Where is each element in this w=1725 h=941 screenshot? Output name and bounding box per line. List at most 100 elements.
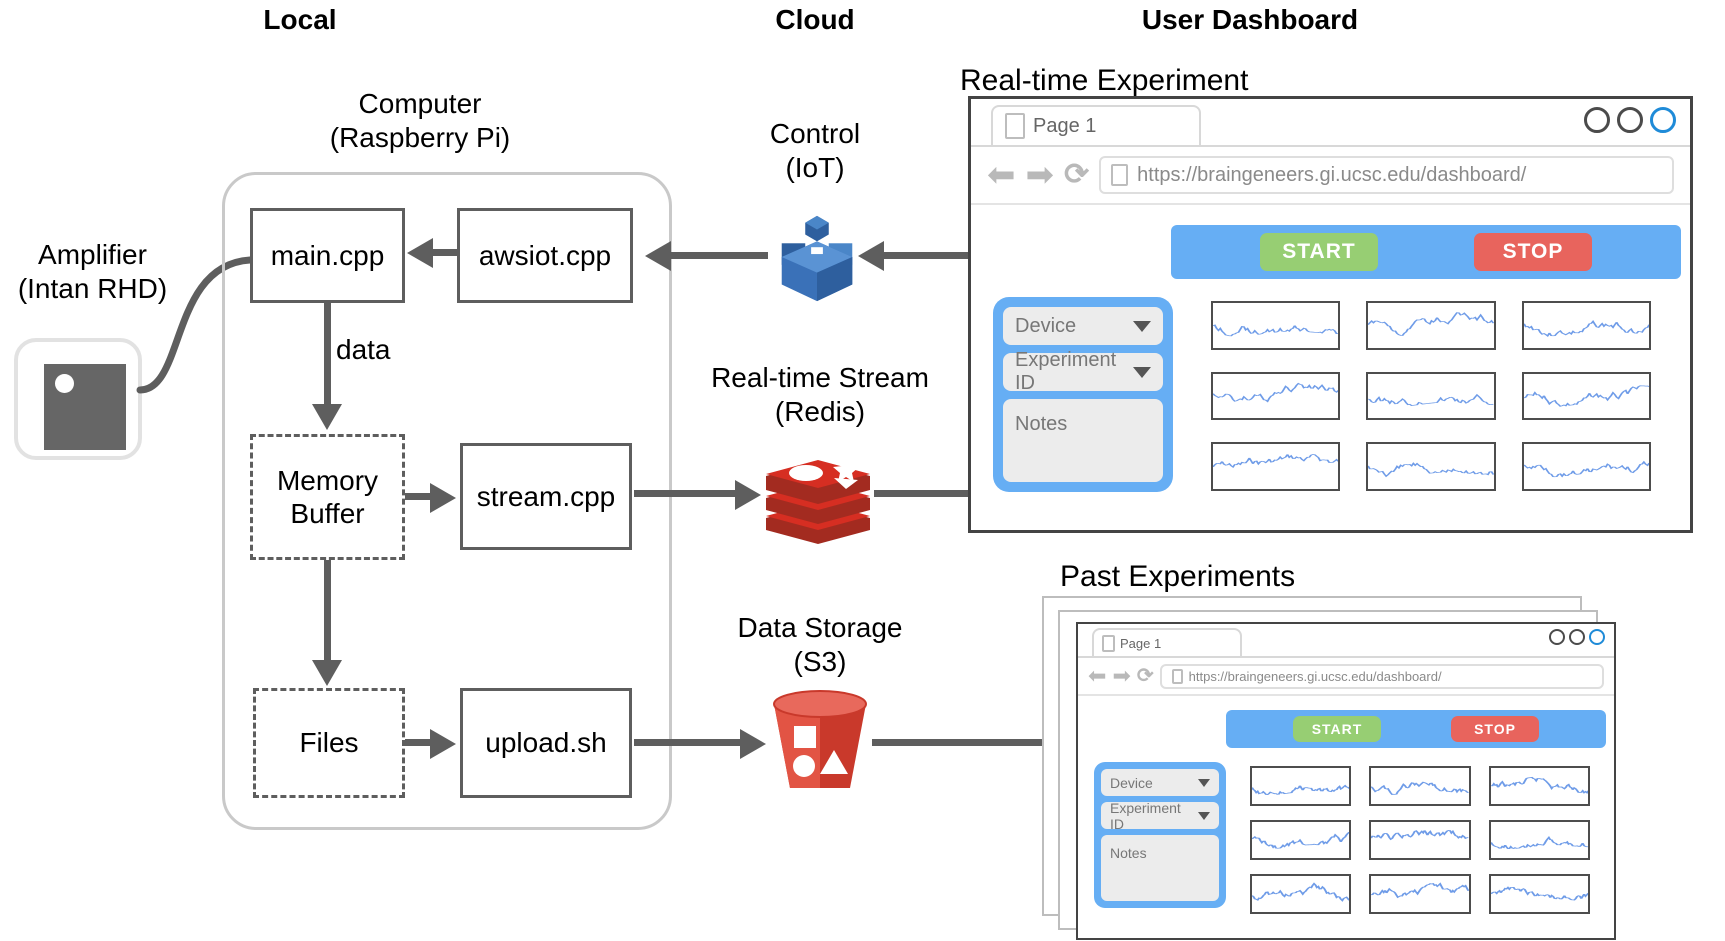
data-storage-title: Data Storage [737, 612, 903, 643]
notes-textarea[interactable]: Notes [1003, 399, 1163, 482]
dashboard-body: START STOP Device Experiment ID Notes [1078, 696, 1614, 938]
column-header-dashboard: User Dashboard [1141, 4, 1359, 35]
plot-thumbnail [1369, 874, 1471, 914]
plot-thumbnail [1488, 874, 1590, 914]
browser-tab-page-1[interactable]: Page 1 [991, 105, 1201, 145]
box-main-cpp: main.cpp [250, 208, 405, 303]
plot-thumbnail [1488, 766, 1590, 806]
past-browser-window: Page 1 ⬅ ➡ ⟳ https://braingeneers.gi.ucs… [1076, 622, 1616, 940]
realtime-browser-window: Page 1 ⬅ ➡ ⟳ https://braingeneers.gi.ucs… [968, 96, 1693, 533]
data-storage-subtitle: (S3) [793, 646, 847, 677]
experiment-id-select-label: Experiment ID [1110, 799, 1181, 832]
plot-thumbnail [1250, 820, 1352, 860]
browser-url-bar: ⬅ ➡ ⟳ https://braingeneers.gi.ucsc.edu/d… [971, 147, 1690, 205]
experiment-control-panel: Device Experiment ID Notes [993, 297, 1173, 492]
experiment-button-bar: START STOP [1171, 225, 1681, 279]
device-select[interactable]: Device [1101, 769, 1219, 796]
plot-thumbnail [1250, 874, 1352, 914]
arrow-awsiot-to-main [433, 249, 457, 256]
forward-arrow-icon[interactable]: ➡ [1112, 665, 1130, 687]
notes-placeholder: Notes [1015, 413, 1068, 435]
page-icon [1171, 668, 1183, 684]
experiment-id-select-label: Experiment ID [1015, 349, 1117, 394]
plot-thumbnail [1488, 820, 1590, 860]
notes-placeholder: Notes [1110, 845, 1147, 861]
experiment-id-select[interactable]: Experiment ID [1101, 799, 1219, 832]
dashboard-body: START STOP Device Experiment ID Notes [971, 205, 1690, 530]
url-input[interactable]: https://braingeneers.gi.ucsc.edu/dashboa… [1159, 663, 1604, 689]
browser-url-bar: ⬅ ➡ ⟳ https://braingeneers.gi.ucsc.edu/d… [1078, 658, 1614, 696]
stop-button[interactable]: STOP [1451, 716, 1539, 742]
minimize-circle-icon[interactable] [1549, 629, 1565, 645]
reload-icon[interactable]: ⟳ [1064, 160, 1089, 190]
memory-buffer-line-1: Memory [276, 464, 379, 496]
page-icon [1111, 164, 1129, 186]
arrow-iot-to-awsiot [670, 252, 768, 259]
start-button[interactable]: START [1260, 233, 1378, 271]
url-text: https://braingeneers.gi.ucsc.edu/dashboa… [1137, 163, 1527, 186]
realtime-experiment-title: Real-time Experiment [960, 64, 1249, 97]
close-circle-icon[interactable] [1589, 629, 1605, 645]
arrow-upload-to-s3 [634, 739, 744, 746]
forward-arrow-icon[interactable]: ➡ [1026, 158, 1055, 192]
start-button[interactable]: START [1293, 716, 1381, 742]
arrow-buffer-to-stream [405, 493, 433, 500]
device-select[interactable]: Device [1003, 307, 1163, 345]
arrow-buffer-to-files [324, 560, 331, 665]
column-header-cloud: Cloud [775, 4, 855, 35]
plot-thumbnail [1250, 766, 1352, 806]
experiment-id-select[interactable]: Experiment ID [1003, 349, 1163, 394]
back-arrow-icon[interactable]: ⬅ [987, 158, 1016, 192]
browser-tab-bar: Page 1 [1078, 624, 1614, 658]
diagram-canvas: Local Cloud User Dashboard Computer (Ras… [0, 0, 1725, 941]
minimize-circle-icon[interactable] [1584, 107, 1610, 133]
plot-thumbnail [1211, 301, 1341, 350]
page-icon [1005, 113, 1025, 139]
arrow-iot-to-awsiot-head [645, 241, 671, 271]
plot-thumbnail [1521, 371, 1651, 421]
arrow-upload-to-s3-head [740, 729, 766, 759]
experiment-control-panel: Device Experiment ID Notes [1094, 762, 1226, 908]
browser-tab-page-1[interactable]: Page 1 [1092, 628, 1242, 656]
column-header-local: Local [263, 4, 337, 35]
amplifier-chip [44, 364, 126, 450]
box-stream-cpp: stream.cpp [460, 443, 632, 550]
arrow-buffer-to-stream-head [430, 483, 456, 513]
back-arrow-icon[interactable]: ⬅ [1088, 665, 1106, 687]
page-icon [1102, 634, 1115, 652]
device-select-label: Device [1015, 314, 1077, 337]
past-experiments-title: Past Experiments [1060, 560, 1296, 593]
stop-button[interactable]: STOP [1474, 233, 1592, 271]
arrow-main-to-buffer-head [312, 404, 342, 430]
arrow-stream-to-redis [634, 490, 738, 497]
realtime-stream-title: Real-time Stream [711, 362, 929, 393]
amplifier-indicator-dot [55, 374, 74, 393]
plot-thumbnail [1366, 371, 1496, 421]
browser-tab-label: Page 1 [1120, 635, 1162, 651]
edge-label-data: data [336, 334, 391, 365]
plot-grid [1250, 766, 1590, 914]
maximize-circle-icon[interactable] [1617, 107, 1643, 133]
maximize-circle-icon[interactable] [1569, 629, 1585, 645]
window-controls [1549, 629, 1605, 645]
amplifier-device [14, 338, 142, 460]
chevron-down-icon [1198, 778, 1210, 787]
url-input[interactable]: https://braingeneers.gi.ucsc.edu/dashboa… [1099, 156, 1674, 194]
notes-textarea[interactable]: Notes [1101, 835, 1219, 901]
redis-icon [766, 458, 870, 544]
plot-thumbnail [1211, 371, 1341, 421]
browser-tab-bar: Page 1 [971, 99, 1690, 147]
url-text: https://braingeneers.gi.ucsc.edu/dashboa… [1188, 668, 1442, 684]
arrow-files-to-upload [405, 739, 433, 746]
browser-tab-label: Page 1 [1033, 114, 1097, 137]
box-files: Files [253, 688, 405, 798]
aws-iot-icon [781, 215, 853, 302]
close-circle-icon[interactable] [1650, 107, 1676, 133]
computer-title: Computer [358, 88, 482, 119]
plot-grid [1211, 301, 1651, 491]
chevron-down-icon [1133, 366, 1151, 378]
control-title: Control [769, 118, 861, 149]
control-subtitle: (IoT) [785, 152, 845, 183]
plot-thumbnail [1369, 820, 1471, 860]
reload-icon[interactable]: ⟳ [1137, 666, 1154, 686]
